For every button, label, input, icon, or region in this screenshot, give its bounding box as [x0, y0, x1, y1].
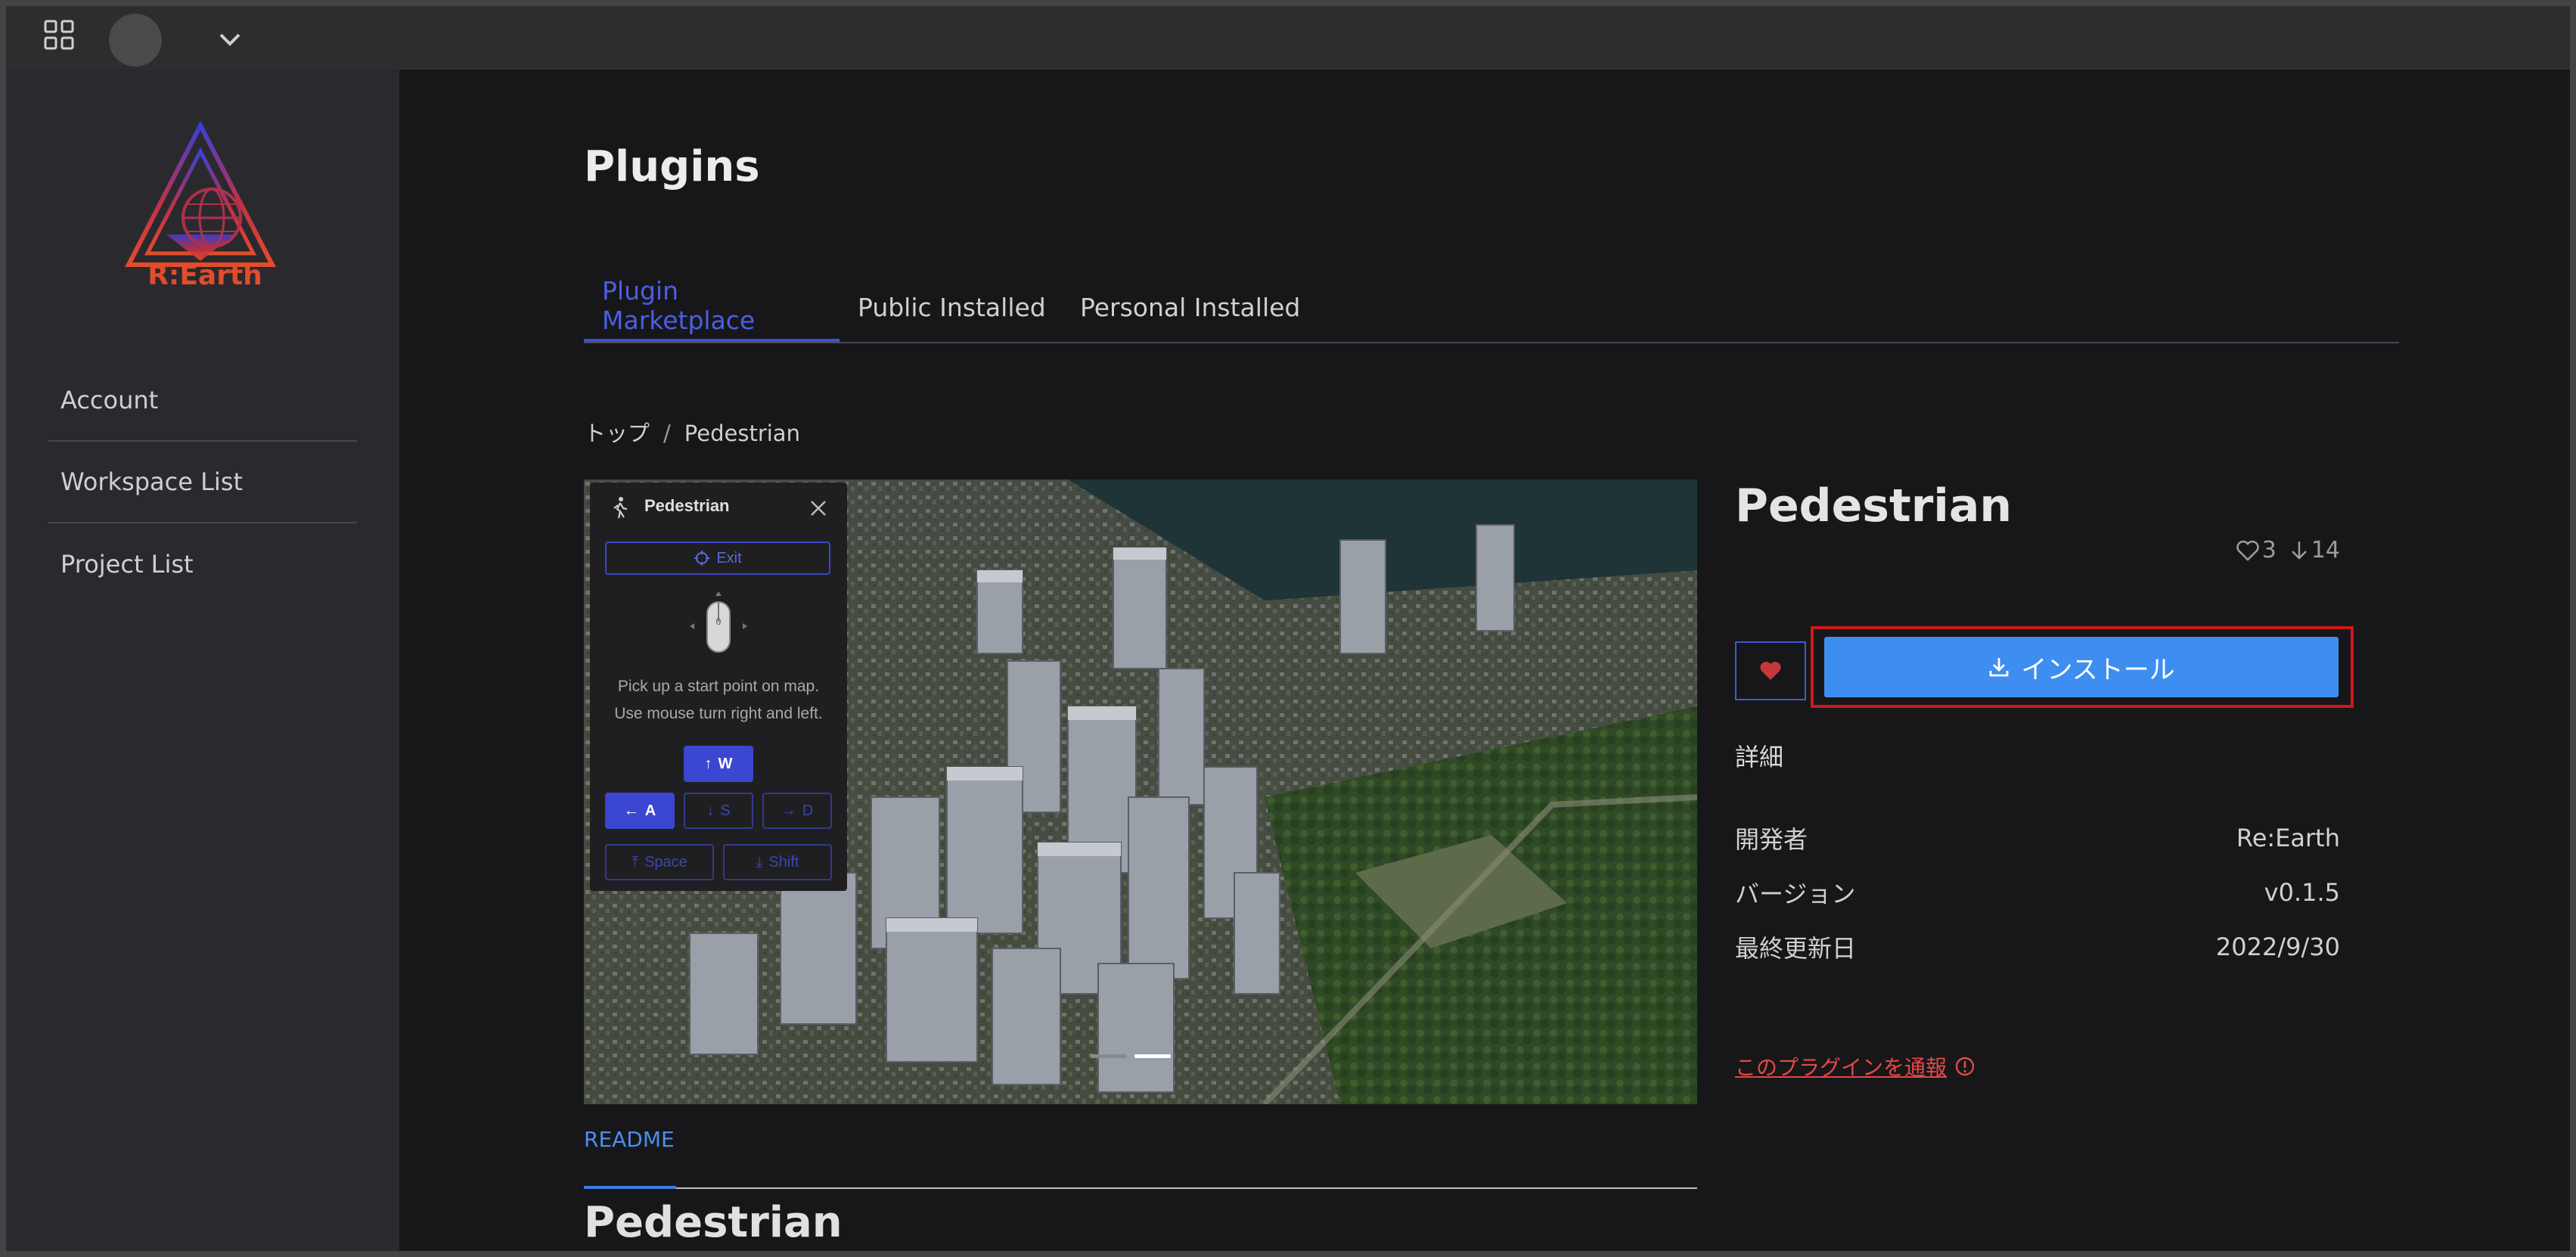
carousel-dot[interactable]	[1091, 1054, 1127, 1058]
readme-tab-bar: README	[584, 1127, 1697, 1189]
sidebar: R:Earth Account Workspace List Project L…	[6, 70, 399, 1251]
report-label: このプラグインを通報	[1735, 1055, 1948, 1080]
panel-header: Pedestrian	[590, 483, 847, 531]
arrow-left-icon: ←	[623, 802, 639, 819]
grid-icon[interactable]	[41, 17, 77, 53]
hint-line-1: Pick up a start point on map.	[617, 678, 820, 695]
favorite-button[interactable]	[1735, 641, 1806, 700]
sidebar-item-account[interactable]: Account	[48, 360, 357, 442]
install-label: インストール	[2021, 654, 2175, 685]
sidebar-item-project-list[interactable]: Project List	[48, 523, 357, 605]
panel-title: Pedestrian	[644, 496, 730, 515]
detail-key: 開発者	[1735, 825, 1808, 854]
detail-row-developer: 開発者 Re:Earth	[1735, 811, 2340, 865]
arrow-up-icon: ↑	[704, 755, 712, 772]
arrow-down-icon: ↓	[706, 802, 715, 819]
key-a-label: A	[644, 802, 656, 819]
heart-filled-icon	[1760, 662, 1781, 680]
detail-row-updated: 最終更新日 2022/9/30	[1735, 920, 2340, 974]
download-arrow-icon: ⤓	[756, 853, 763, 871]
download-icon	[1989, 658, 2009, 677]
close-icon[interactable]	[809, 499, 827, 517]
logo-text: R:Earth	[147, 260, 262, 291]
install-button[interactable]: インストール	[1824, 637, 2339, 697]
detail-key: バージョン	[1735, 880, 1856, 908]
walking-person-icon	[613, 497, 628, 519]
plugin-screenshot-carousel[interactable]: Pedestrian Exit 0 Pick up a start point …	[584, 480, 1697, 1104]
detail-value: Re:Earth	[2236, 824, 2340, 852]
detail-key: 最終更新日	[1735, 934, 1857, 963]
breadcrumb: トップ / Pedestrian	[584, 416, 800, 448]
top-bar	[6, 6, 2570, 70]
like-count: 3	[2236, 537, 2277, 563]
carousel-dot-active[interactable]	[1134, 1054, 1171, 1058]
details-list: 開発者 Re:Earth バージョン v0.1.5 最終更新日 2022/9/3…	[1735, 811, 2340, 974]
upload-arrow-icon: ⤒	[632, 853, 639, 871]
breadcrumb-home[interactable]: トップ	[584, 421, 650, 446]
key-a-button[interactable]: ← A	[605, 793, 675, 829]
sidebar-item-label: Account	[61, 386, 159, 414]
download-count-value: 14	[2311, 537, 2340, 563]
pedestrian-control-panel: Pedestrian Exit 0 Pick up a start point …	[590, 483, 847, 891]
mouse-zero-label: 0	[716, 616, 722, 627]
avatar[interactable]	[109, 14, 162, 67]
readme-heading: Pedestrian	[584, 1198, 843, 1247]
key-shift-button[interactable]: ⤓ Shift	[723, 844, 832, 880]
key-d-label: D	[802, 802, 814, 819]
arrow-right-icon: →	[781, 802, 796, 819]
crosshair-icon	[694, 551, 710, 566]
key-space-button[interactable]: ⤒ Space	[605, 844, 714, 880]
main-content: Plugins Plugin Marketplace Public Instal…	[399, 70, 2570, 1251]
warning-circle-icon	[1955, 1057, 1975, 1076]
download-count: 14	[2290, 537, 2340, 563]
key-w-button[interactable]: ↑ W	[684, 746, 753, 782]
details-heading: 詳細	[1735, 743, 1784, 771]
key-w-label: W	[718, 755, 733, 772]
tab-plugin-marketplace[interactable]: Plugin Marketplace	[584, 272, 840, 342]
plugin-name: Pedestrian	[1735, 480, 2013, 532]
key-s-button[interactable]: ↓ S	[684, 793, 753, 829]
heart-outline-icon	[2236, 540, 2259, 561]
key-shift-label: Shift	[768, 853, 799, 871]
arrow-down-icon	[2291, 541, 2307, 560]
sidebar-nav: Account Workspace List Project List	[48, 360, 357, 605]
detail-value: 2022/9/30	[2215, 933, 2340, 961]
page-title: Plugins	[584, 142, 760, 191]
panel-hint: Pick up a start point on map. Use mouse …	[590, 673, 847, 728]
key-space-label: Space	[644, 853, 687, 871]
key-d-button[interactable]: → D	[762, 793, 832, 829]
carousel-indicators	[1091, 1054, 1171, 1058]
exit-button[interactable]: Exit	[605, 542, 830, 575]
tab-personal-installed[interactable]: Personal Installed	[1062, 272, 1318, 342]
plugin-stats: 3 14	[2236, 537, 2340, 563]
tab-bar: Plugin Marketplace Public Installed Pers…	[584, 272, 2399, 343]
breadcrumb-current: Pedestrian	[684, 421, 800, 446]
sidebar-item-label: Project List	[61, 550, 194, 579]
detail-row-version: バージョン v0.1.5	[1735, 865, 2340, 920]
tab-public-installed[interactable]: Public Installed	[840, 272, 1064, 342]
breadcrumb-separator: /	[663, 421, 671, 446]
tab-readme[interactable]: README	[584, 1127, 676, 1189]
sidebar-item-label: Workspace List	[61, 467, 244, 496]
report-plugin-link[interactable]: このプラグインを通報	[1735, 1051, 1975, 1082]
key-s-label: S	[720, 802, 731, 819]
hint-line-2: Use mouse turn right and left.	[614, 705, 823, 722]
sidebar-item-workspace-list[interactable]: Workspace List	[48, 442, 357, 523]
exit-label: Exit	[716, 549, 742, 566]
like-count-value: 3	[2261, 537, 2277, 563]
mouse-icon: 0	[690, 591, 747, 653]
chevron-down-icon[interactable]	[215, 24, 245, 54]
detail-value: v0.1.5	[2264, 878, 2340, 907]
